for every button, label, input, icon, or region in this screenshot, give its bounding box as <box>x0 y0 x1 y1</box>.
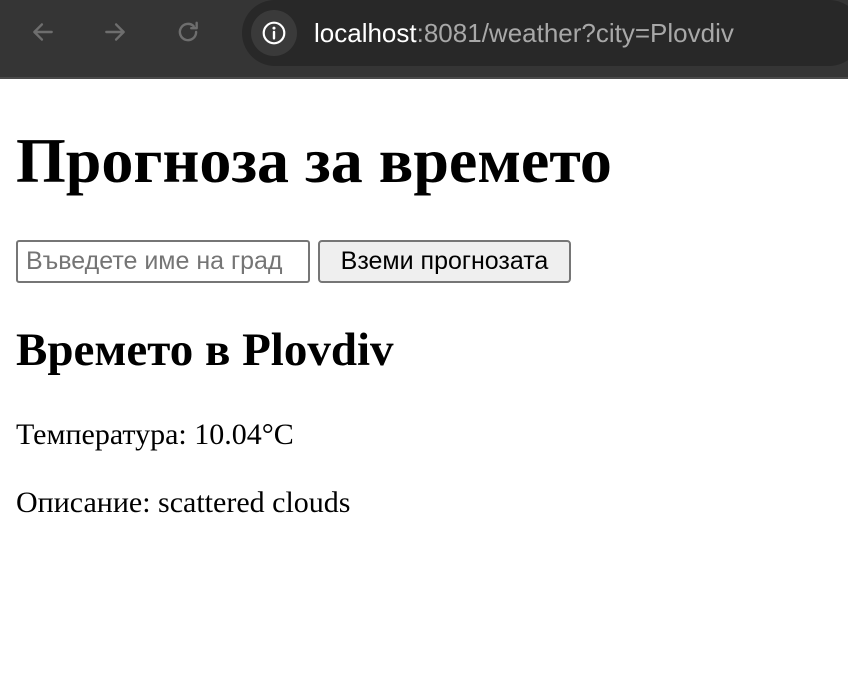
url-path: :8081/weather?city=Plovdiv <box>416 18 734 48</box>
result-heading: Времето в Plovdiv <box>16 324 394 376</box>
description-text: Описание: scattered clouds <box>16 486 351 519</box>
temperature-text: Температура: 10.04°C <box>16 418 294 451</box>
page-title: Прогноза за времето <box>16 125 612 196</box>
address-bar[interactable]: localhost:8081/weather?city=Plovdiv <box>242 0 848 66</box>
url-host: localhost <box>314 18 417 48</box>
city-input[interactable] <box>16 240 310 283</box>
get-forecast-button[interactable]: Вземи прогнозата <box>318 240 571 283</box>
arrow-left-icon <box>33 23 53 41</box>
arrow-right-icon <box>105 23 125 41</box>
browser-toolbar: localhost:8081/weather?city=Plovdiv <box>0 0 848 79</box>
forward-button[interactable] <box>98 15 132 49</box>
info-circle-icon <box>262 21 286 45</box>
reload-button[interactable] <box>171 15 205 49</box>
url-text[interactable]: localhost:8081/weather?city=Plovdiv <box>314 16 734 50</box>
site-info-button[interactable] <box>251 10 297 56</box>
back-button[interactable] <box>26 15 60 49</box>
reload-icon <box>178 21 198 42</box>
